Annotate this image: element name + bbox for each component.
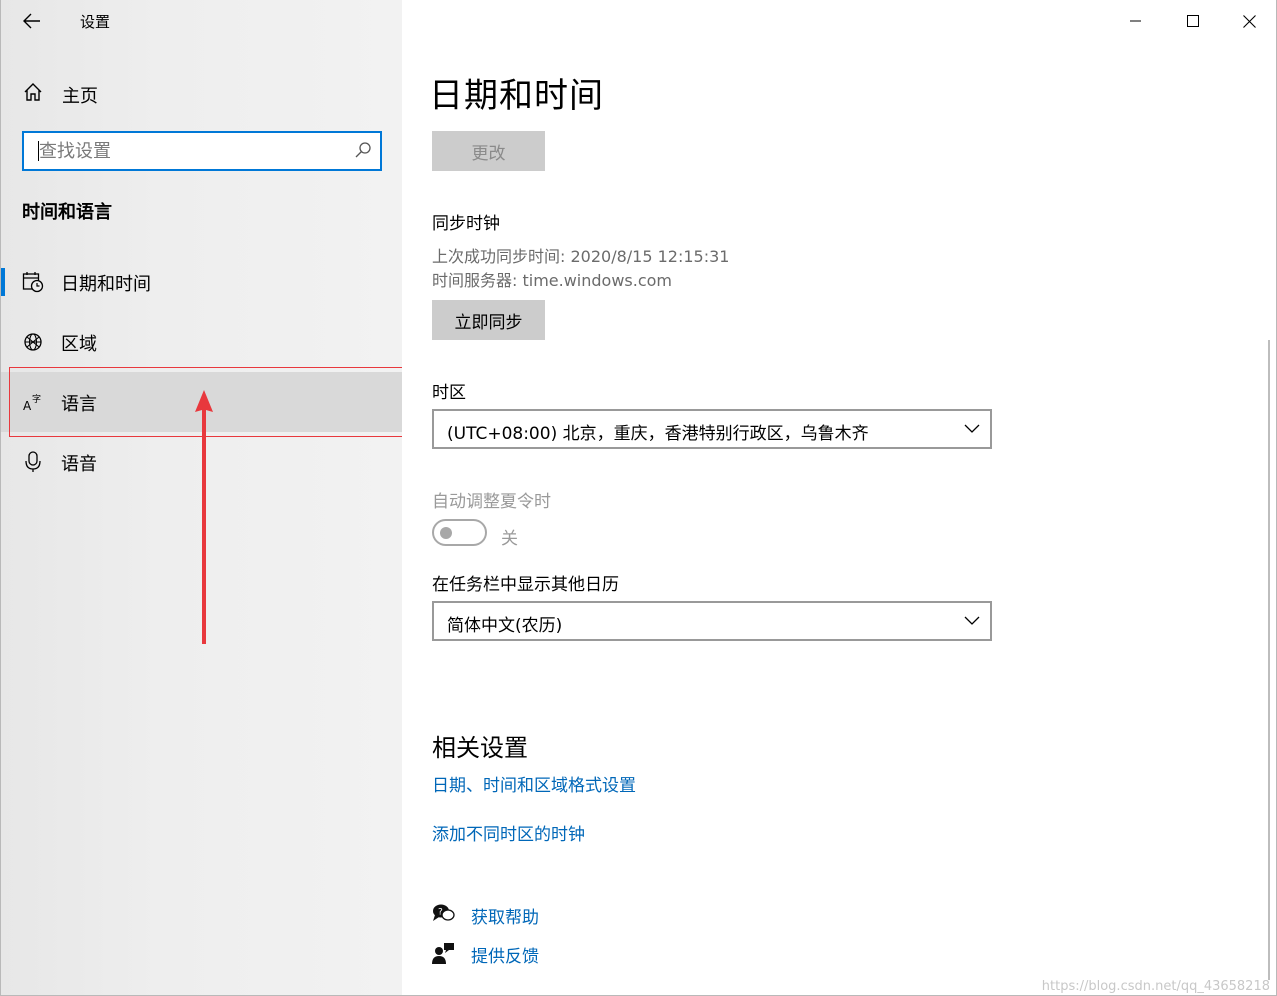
dst-label: 自动调整夏令时 (432, 492, 551, 512)
timezone-value: (UTC+08:00) 北京，重庆，香港特别行政区，乌鲁木齐 (447, 424, 869, 444)
svg-text:?: ? (438, 908, 443, 918)
back-button[interactable] (15, 6, 49, 36)
timezone-label: 时区 (432, 383, 466, 403)
add-clocks-link[interactable]: 添加不同时区的时钟 (432, 820, 585, 845)
search-icon[interactable] (354, 141, 372, 163)
app-title: 设置 (80, 13, 111, 31)
calendar-value: 简体中文(农历) (447, 616, 563, 636)
maximize-button[interactable] (1164, 0, 1221, 42)
sidebar-item-region[interactable]: 区域 (1, 312, 402, 372)
calendar-clock-icon (22, 271, 44, 293)
chevron-down-icon (964, 424, 980, 433)
region-format-link[interactable]: 日期、时间和区域格式设置 (432, 771, 636, 796)
sidebar-item-label: 区域 (61, 334, 97, 355)
calendar-select[interactable]: 简体中文(农历) (432, 601, 992, 641)
search-box[interactable] (22, 131, 382, 171)
minimize-icon (1129, 20, 1141, 22)
calendar-label: 在任务栏中显示其他日历 (432, 575, 619, 595)
sidebar-item-label: 语音 (61, 454, 97, 475)
main-content: 日期和时间 更改 同步时钟 上次成功同步时间: 2020/8/15 12:15:… (402, 0, 1276, 995)
get-help-link[interactable]: 获取帮助 (471, 903, 539, 928)
sync-heading: 同步时钟 (432, 214, 500, 234)
feedback-person-icon (432, 942, 456, 968)
sidebar-item-label: 日期和时间 (61, 274, 151, 295)
last-sync-text: 上次成功同步时间: 2020/8/15 12:15:31 (432, 247, 730, 266)
chevron-down-icon (964, 616, 980, 625)
search-input[interactable] (39, 137, 339, 165)
sidebar-item-date-time[interactable]: 日期和时间 (1, 252, 402, 312)
settings-window: 设置 主页 时间和语言 (0, 0, 1277, 996)
maximize-icon (1186, 15, 1199, 27)
timezone-select[interactable]: (UTC+08:00) 北京，重庆，香港特别行政区，乌鲁木齐 (432, 409, 992, 449)
page-title: 日期和时间 (429, 76, 604, 116)
scrollbar[interactable] (1268, 340, 1270, 980)
toggle-knob (440, 527, 452, 539)
time-server-text: 时间服务器: time.windows.com (432, 271, 673, 290)
sidebar: 设置 主页 时间和语言 (1, 0, 403, 995)
home-icon (23, 82, 43, 106)
sync-now-button[interactable]: 立即同步 (432, 300, 545, 340)
related-settings-title: 相关设置 (432, 734, 528, 762)
dst-toggle[interactable] (432, 519, 487, 546)
section-title: 时间和语言 (22, 202, 112, 223)
minimize-button[interactable] (1107, 0, 1164, 42)
globe-icon (22, 331, 44, 353)
back-arrow-icon (23, 13, 40, 29)
home-label: 主页 (62, 86, 98, 107)
feedback-row[interactable]: 提供反馈 (432, 942, 732, 968)
get-help-row[interactable]: ? 获取帮助 (432, 903, 732, 929)
close-button[interactable] (1221, 0, 1276, 42)
watermark-text: https://blog.csdn.net/qq_43658218 (1041, 979, 1270, 994)
annotation-arrow-icon (195, 390, 213, 644)
sidebar-item-home[interactable]: 主页 (1, 72, 402, 114)
feedback-link[interactable]: 提供反馈 (471, 942, 539, 967)
active-indicator (1, 268, 5, 296)
close-icon (1243, 14, 1256, 28)
change-button[interactable]: 更改 (432, 131, 545, 171)
window-controls (1107, 0, 1276, 42)
chat-help-icon: ? (432, 903, 456, 929)
dst-state-text: 关 (501, 529, 518, 549)
microphone-icon (22, 451, 44, 473)
